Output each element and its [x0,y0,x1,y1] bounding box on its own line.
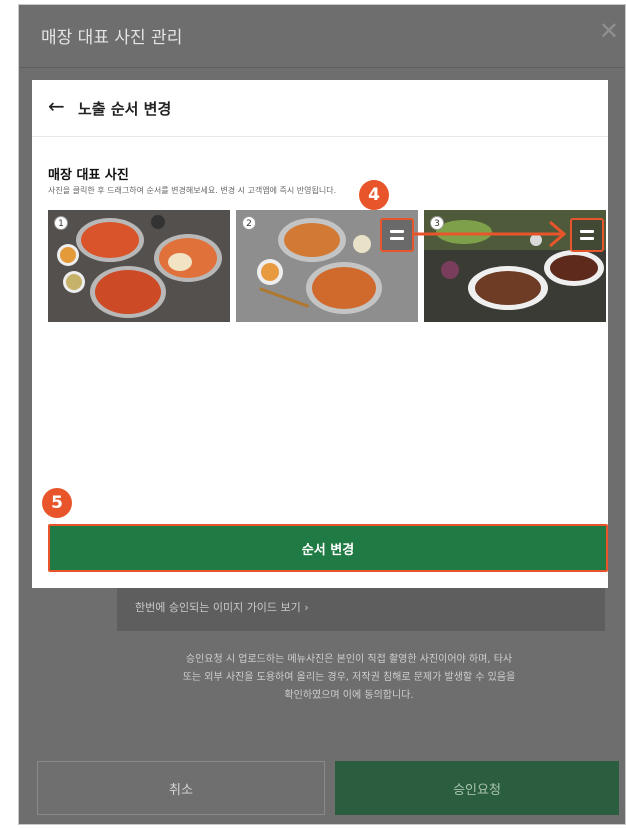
modal-header: ← 노출 순서 변경 [32,80,608,137]
drag-handle-icon[interactable] [380,218,414,252]
image-guide-link[interactable]: 한번에 승인되는 이미지 가이드 보기 › [135,599,309,615]
photo-1[interactable]: 1 [48,210,230,322]
apply-order-button[interactable]: 순서 변경 [48,524,608,572]
approve-request-button[interactable]: 승인요청 [335,761,619,815]
photo-order-number: 2 [242,216,256,230]
left-arrow-icon[interactable]: ← [48,94,65,118]
notice-line: 또는 외부 사진을 도용하여 올리는 경우, 저작권 침해로 문제가 발생할 수… [182,672,516,683]
modal-title: 노출 순서 변경 [78,100,172,118]
close-icon[interactable]: ✕ [599,19,619,43]
food-photo-1-image [48,210,230,322]
drag-handle-icon[interactable] [570,218,604,252]
notice-line: 확인하였으며 이에 동의합니다. [284,690,414,701]
guide-box: 한번에 승인되는 이미지 가이드 보기 › [117,583,605,631]
page-header: 매장 대표 사진 관리 ✕ [19,5,625,68]
page-title: 매장 대표 사진 관리 [41,28,183,48]
cancel-button[interactable]: 취소 [37,761,325,815]
reorder-modal: ← 노출 순서 변경 매장 대표 사진 사진을 클릭한 후 드래그하여 순서를 … [32,80,608,588]
step-badge-5: 5 [42,488,72,518]
copyright-notice: 승인요청 시 업로드하는 메뉴사진은 본인이 직접 촬영한 사진이어야 하며, … [139,651,559,705]
photo-order-number: 1 [54,216,68,230]
section-description: 사진을 클릭한 후 드래그하여 순서를 변경해보세요. 변경 시 고객앱에 즉시… [48,186,337,195]
drag-arrow-annotation [414,220,567,248]
section-title: 매장 대표 사진 [48,168,129,183]
notice-line: 승인요청 시 업로드하는 메뉴사진은 본인이 직접 촬영한 사진이어야 하며, … [185,654,513,665]
step-badge-4: 4 [359,180,389,210]
